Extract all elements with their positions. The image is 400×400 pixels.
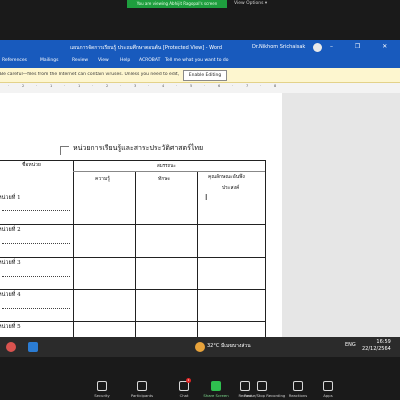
margin-corner-mark [60,146,69,155]
language-indicator[interactable]: ENG [345,342,356,348]
avatar[interactable] [313,43,322,52]
view-options-button[interactable]: View Options ▾ [234,0,267,8]
chat-button[interactable]: 1 Chat [168,378,200,398]
participants-button[interactable]: Participants [126,381,158,398]
ruler-tick: 2 [22,84,25,88]
weather-text[interactable]: 32°C มีเมฆบางส่วน [207,342,251,350]
ruler-tick: 2 [106,84,109,88]
share-banner[interactable]: You are viewing Abhijit Ragopal's screen [127,0,227,8]
protected-view-bar: Be careful—files from the Internet can c… [0,68,400,83]
share-screen-button[interactable]: Share Screen [200,381,232,398]
blank-line [2,210,70,211]
row-label-unit-3: หน่วยที่ 3 [0,260,21,266]
system-clock[interactable]: 16:59 22/12/2564 [362,339,391,353]
table-row-divider [0,224,265,225]
ruler-tick: 4 [162,84,165,88]
meeting-controls-bar: Security Participants 1 Chat Share Scree… [0,357,400,400]
tab-acrobat[interactable]: ACROBAT [139,58,160,63]
ribbon-tabs: References Mailings Review View Help ACR… [0,56,400,68]
document-heading: หน่วยการเรียนรู้และสาระประวัติศาสตร์ไทย [73,144,204,152]
control-label: Share Screen [203,393,229,398]
ruler-tick: · [64,84,66,88]
row-label-unit-5: หน่วยที่ 5 [0,324,21,330]
control-label: Reactions [288,393,308,398]
taskbar: 32°C มีเมฆบางส่วน ENG 16:59 22/12/2564 [0,337,400,357]
control-label: Security [94,393,110,398]
tab-help[interactable]: Help [120,58,130,63]
table-column-divider [73,160,74,337]
control-label: Participants [130,393,154,398]
ruler-tick: · [176,84,178,88]
pause-icon [257,381,267,391]
tab-mailings[interactable]: Mailings [40,58,58,63]
table-subheader-divider [73,171,265,172]
security-button[interactable]: Security [86,381,118,398]
tab-review[interactable]: Review [72,58,88,63]
ruler-tick: 8 [274,84,277,88]
tab-view[interactable]: View [98,58,109,63]
document-page[interactable]: หน่วยการเรียนรู้และสาระประวัติศาสตร์ไทย … [0,93,282,337]
column-header-knowledge: ความรู้ [95,176,110,182]
ruler-tick: 6 [218,84,221,88]
ruler-tick: 3 [134,84,137,88]
word-taskbar-icon[interactable] [28,342,38,352]
column-header-attribute-line2: ประสงค์ [222,185,240,191]
ruler-tick: · [260,84,262,88]
ruler-tick: 5 [190,84,193,88]
pause-stop-recording-button[interactable]: Pause/Stop Recording [244,381,286,398]
blank-line [2,243,70,244]
table-column-divider [135,171,136,337]
clock-time: 16:59 [376,339,391,345]
window-controls[interactable]: – ❐ ✕ [330,43,397,50]
share-screen-icon [211,381,221,391]
table-row-divider [0,321,265,322]
clock-date: 22/12/2564 [362,346,391,352]
ruler-tick: · [8,84,10,88]
table-column-divider [197,171,198,337]
ruler-tick: · [232,84,234,88]
protected-view-message: Be careful—files from the Internet can c… [0,72,180,77]
control-label: Chat [179,393,189,398]
apps-icon [323,381,333,391]
table-border [265,160,266,337]
ruler-tick: 1 [78,84,81,88]
tell-me-search[interactable]: Tell me what you want to do [165,58,229,63]
table-row-divider [0,257,265,258]
smile-icon [293,381,303,391]
control-label: Pause/Stop Recording [244,393,286,398]
reactions-button[interactable]: Reactions [282,381,314,398]
ruler-tick: · [204,84,206,88]
control-label: Apps [323,393,333,398]
apps-button[interactable]: Apps [312,381,344,398]
group-header-competency: สมรรถนะ [157,164,176,169]
row-label-unit-1: หน่วยที่ 1 [0,195,21,201]
ruler-tick: · [148,84,150,88]
text-cursor-icon: I [205,193,208,202]
tab-references[interactable]: References [2,58,27,63]
enable-editing-button[interactable]: Enable Editing [183,70,227,81]
column-header-unit: ชื่อหน่วย [22,162,41,168]
row-label-unit-4: หน่วยที่ 4 [0,292,21,298]
people-icon [137,381,147,391]
ruler-tick: · [36,84,38,88]
word-title-bar: แผนการจัดการเรียนรู้ ประถมศึกษาตอนต้น [P… [0,40,400,56]
user-name[interactable]: Dr.Nikhom Srichaisak [252,44,305,50]
document-area[interactable]: หน่วยการเรียนรู้และสาระประวัติศาสตร์ไทย … [0,93,400,337]
ruler-tick: 1 [50,84,53,88]
ruler-tick: 7 [246,84,249,88]
chat-badge: 1 [186,378,191,383]
blank-line [2,308,70,309]
document-title: แผนการจัดการเรียนรู้ ประถมศึกษาตอนต้น [P… [70,45,223,51]
weather-icon[interactable] [195,342,205,352]
row-label-unit-2: หน่วยที่ 2 [0,227,21,233]
table-row-divider [0,289,265,290]
app-icon[interactable] [6,342,16,352]
ruler-tick: · [120,84,122,88]
blank-line [2,276,70,277]
ruler-tick: · [92,84,94,88]
column-header-attribute: คุณลักษณะอันพึง [208,174,245,180]
shield-icon [97,381,107,391]
column-header-skill: ทักษะ [158,176,171,182]
